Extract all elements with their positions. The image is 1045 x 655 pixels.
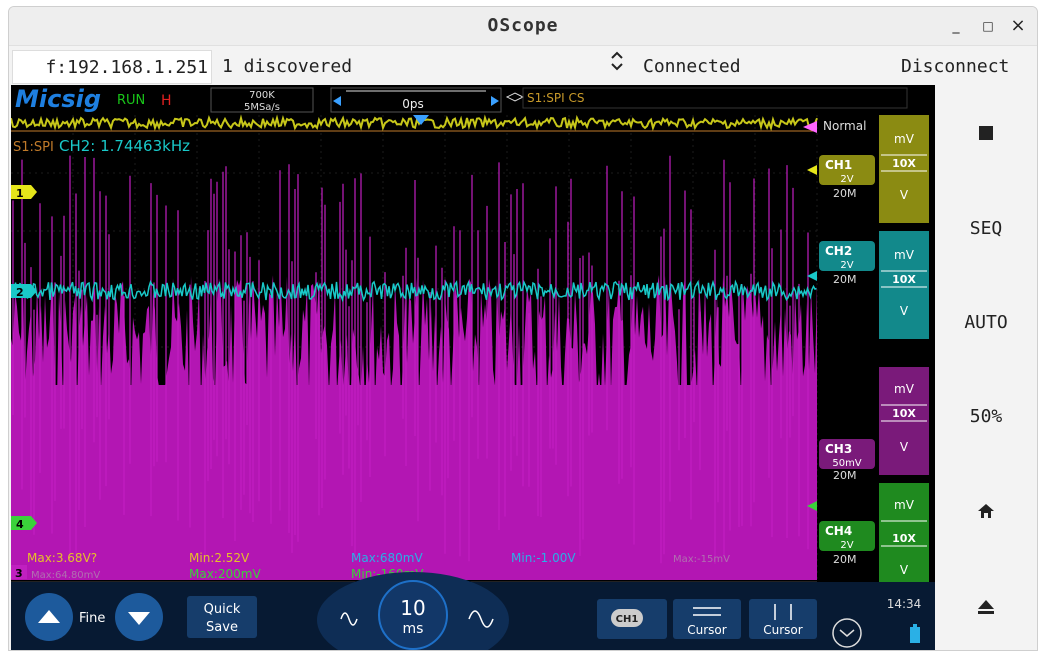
down-arrow-button[interactable] [115,593,163,641]
disconnect-button[interactable]: Disconnect [901,50,1009,84]
svg-text:10X: 10X [892,407,916,420]
svg-text:3: 3 [15,567,23,580]
svg-text:mV: mV [894,382,915,396]
sample-rate: 5MSa/s [244,102,280,113]
svg-text:Cursor: Cursor [763,623,803,637]
frequency-readout: CH2: 1.74463kHz [59,137,190,155]
trigger-mode: Normal [823,119,866,133]
ch4-info: CH4 2V 20M [819,521,875,566]
ch3-marker: 3 [11,565,27,580]
auto-button[interactable]: AUTO [935,303,1037,343]
svg-text:20M: 20M [833,273,857,286]
ip-address-input[interactable]: f:192.168.1.251 [12,50,212,84]
svg-text:2: 2 [16,286,24,299]
svg-text:CH3: CH3 [825,442,852,456]
svg-text:Quick: Quick [204,602,241,617]
svg-text:10X: 10X [892,273,916,286]
side-panel: SEQ AUTO 50% [935,85,1037,650]
connection-toolbar: f:192.168.1.251 1 discovered Connected D… [9,45,1037,86]
bus-label: S1:SPI [13,140,54,155]
ch3-row2-measure: Max:64.80mV [31,570,100,581]
close-button[interactable]: × [1007,15,1029,37]
svg-text:20M: 20M [833,469,857,482]
discovered-count: 1 discovered [222,56,353,77]
svg-text:V: V [900,440,909,454]
svg-text:20M: 20M [833,187,857,200]
connection-status[interactable]: Connected [643,50,741,84]
timebase-value: 10 [400,596,425,620]
ch2-info: CH2 2V 20M [819,241,875,286]
ch2-scale-control[interactable]: mV 10X V [879,231,929,339]
scope-display: Micsig RUN H 700K 5MSa/s 0ps S1:SPI CS S… [11,85,935,650]
memory-depth: 700K [249,90,275,101]
updown-chevron-icon[interactable] [609,50,625,84]
ch2-min-measure: Min:-1.00V [511,551,576,565]
eject-button[interactable] [935,587,1037,627]
ch1-min-measure: Min:2.52V [189,551,250,565]
svg-text:CH1: CH1 [616,614,639,625]
svg-text:1: 1 [16,187,24,200]
cursor-horizontal-button[interactable]: Cursor [673,599,741,639]
svg-text:mV: mV [894,132,915,146]
maximize-button[interactable]: □ [977,15,999,37]
up-arrow-button[interactable] [25,593,73,641]
oscilloscope-screen[interactable]: Micsig RUN H 700K 5MSa/s 0ps S1:SPI CS S… [11,85,935,650]
svg-text:V: V [900,188,909,202]
ch1-scale-control[interactable]: mV 10X V [879,115,929,223]
svg-text:50mV: 50mV [832,458,861,469]
svg-text:Save: Save [206,620,238,635]
svg-text:2V: 2V [840,174,853,185]
ch4-scale-control[interactable]: mV 10X V [879,483,929,591]
svg-text:CH1: CH1 [825,158,852,172]
minimize-button[interactable]: _ [945,15,967,37]
trigger-position: 0ps [402,97,424,111]
svg-text:20M: 20M [833,553,857,566]
seq-button[interactable]: SEQ [935,209,1037,249]
stop-button[interactable] [935,113,1037,153]
run-status: RUN [117,93,145,108]
app-window: OScope _ □ × f:192.168.1.251 1 discovere… [8,6,1038,651]
ch1-max-measure: Max:3.68V? [27,551,97,565]
horizontal-indicator: H [161,93,172,109]
fine-label: Fine [79,611,105,626]
ch4-max-measure: Max:200mV [189,567,261,581]
svg-text:CH2: CH2 [825,244,852,258]
title-bar: OScope _ □ × [9,7,1037,45]
svg-text:CH4: CH4 [825,524,852,538]
home-button[interactable] [935,491,1037,531]
svg-text:2V: 2V [840,260,853,271]
ch1-select-button[interactable]: CH1 [597,599,667,639]
eject-icon [978,600,994,614]
logo-text: Micsig [15,85,101,113]
svg-text:V: V [900,563,909,577]
home-icon [978,504,994,518]
svg-text:2V: 2V [840,540,853,551]
timebase-unit: ms [403,621,424,637]
svg-text:Cursor: Cursor [687,623,727,637]
quick-save-button[interactable]: Quick Save [187,596,257,638]
svg-text:4: 4 [16,518,24,531]
ch1-info: CH1 2V 20M [819,155,875,200]
svg-text:10X: 10X [892,157,916,170]
ch2-max-measure: Max:680mV [351,551,423,565]
clock: 14:34 [887,597,922,611]
svg-text:V: V [900,304,909,318]
svg-text:mV: mV [894,248,915,262]
stop-icon [979,126,993,140]
ch3-info: CH3 50mV 20M [819,439,875,482]
ch3-extra-measure: Max:-15mV [673,554,730,565]
ch3-scale-control[interactable]: mV 10X V [879,367,929,475]
fifty-percent-button[interactable]: 50% [935,397,1037,437]
svg-text:mV: mV [894,498,915,512]
svg-text:10X: 10X [892,532,916,545]
window-title: OScope [487,15,559,36]
cursor-vertical-button[interactable]: Cursor [749,599,817,639]
micsig-logo: Micsig [15,85,101,113]
trigger-source: S1:SPI CS [527,91,585,105]
